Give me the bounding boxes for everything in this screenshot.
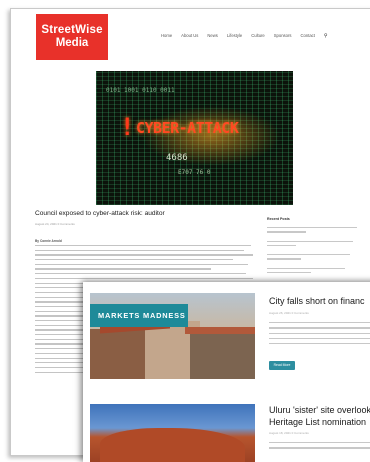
recent-posts-heading: Recent Posts (267, 217, 290, 221)
building-shape (190, 333, 255, 379)
recent-post-link[interactable] (267, 272, 312, 274)
post-2-title-line-2[interactable]: Heritage List nomination (269, 417, 366, 427)
hero-code-low: E707 76 0 (178, 169, 211, 176)
main-nav: Home About Us News Lifestyle Culture Spo… (161, 33, 328, 39)
post-2-meta: August 18, 2021 0 Comments (269, 431, 309, 435)
nav-item-home[interactable]: Home (161, 33, 172, 39)
recent-posts-widget: Recent Posts (267, 217, 365, 281)
recent-post-link[interactable] (267, 258, 302, 260)
nav-item-sponsors[interactable]: Sponsors (274, 33, 292, 39)
recent-post-link[interactable] (267, 231, 307, 233)
nav-item-news[interactable]: News (207, 33, 217, 39)
post-2-title-line-1[interactable]: Uluru 'sister' site overlook (269, 405, 370, 415)
post-1-excerpt (269, 322, 370, 348)
nav-item-culture[interactable]: Culture (251, 33, 265, 39)
nav-item-about[interactable]: About Us (181, 33, 198, 39)
post-1-meta: August 26, 2021 0 Comments (269, 311, 309, 315)
nav-item-contact[interactable]: Contact (300, 33, 314, 39)
recent-post-link[interactable] (267, 244, 297, 247)
category-tag[interactable]: MARKETS MADNESS (90, 304, 188, 327)
markets-thumbnail[interactable]: MARKETS MADNESS (90, 293, 255, 379)
recent-post-link[interactable] (267, 254, 351, 256)
hero-cyber-text: CYBER-ATTACK (136, 119, 239, 137)
post-2-excerpt (269, 442, 370, 453)
building-shape (90, 329, 150, 379)
hero-code-top: 0101 1001 0110 0011 (106, 87, 175, 94)
recent-post-link[interactable] (267, 227, 358, 229)
hero-image: 0101 1001 0110 0011 ! CYBER-ATTACK 4686 … (96, 71, 293, 205)
site-logo[interactable]: StreetWise Media (36, 14, 108, 60)
recent-post-link[interactable] (267, 240, 354, 242)
article-title[interactable]: Council exposed to cyber-attack risk: au… (35, 210, 165, 217)
logo-line-1: StreetWise (41, 24, 103, 36)
read-more-button[interactable]: Read More (269, 361, 295, 370)
recent-post-link[interactable] (267, 267, 346, 270)
overlay-news-page: MARKETS MADNESS City falls short on fina… (83, 282, 370, 462)
rock-shape (100, 428, 245, 462)
roof-shape (185, 327, 255, 334)
hero-code-mid: 4686 (166, 153, 188, 163)
uluru-thumbnail[interactable] (90, 404, 255, 462)
post-1-title[interactable]: City falls short on financ (269, 296, 365, 306)
nav-item-lifestyle[interactable]: Lifestyle (227, 33, 242, 39)
article-meta: August 24, 2021 0 Comments (35, 222, 75, 226)
logo-line-2: Media (55, 37, 89, 49)
search-icon[interactable]: ⚲ (324, 33, 328, 39)
warning-icon: ! (120, 113, 135, 141)
article-byline: By Connie Arnold (35, 239, 62, 243)
